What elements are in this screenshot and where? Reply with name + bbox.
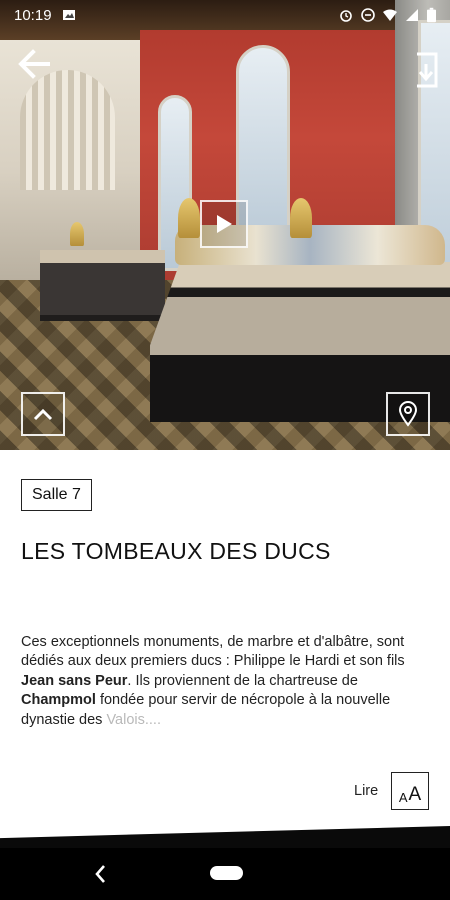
font-size-small-a: A bbox=[398, 790, 408, 805]
chevron-up-icon bbox=[33, 408, 53, 421]
alarm-icon bbox=[340, 10, 352, 22]
wifi-icon bbox=[383, 9, 397, 21]
status-bar: 10:19 bbox=[0, 0, 450, 30]
collapse-image-button[interactable] bbox=[21, 392, 65, 436]
signal-icon bbox=[406, 9, 418, 21]
show-on-map-button[interactable] bbox=[386, 392, 430, 436]
angel-statue bbox=[178, 198, 200, 238]
angel-statue bbox=[70, 222, 84, 246]
font-size-big-a: A bbox=[408, 784, 422, 805]
location-pin-icon bbox=[398, 401, 418, 427]
description-faded: Valois.... bbox=[106, 711, 161, 728]
play-icon bbox=[217, 215, 232, 233]
description-text: Ces exceptionnels monuments, de marbre e… bbox=[21, 633, 431, 730]
read-more-link[interactable]: Lire bbox=[354, 783, 378, 799]
tomb-small bbox=[40, 250, 165, 315]
battery-icon bbox=[427, 7, 436, 23]
description-part: Ces exceptionnels monuments, de marbre e… bbox=[21, 634, 405, 670]
bottom-wedge bbox=[0, 826, 450, 848]
description-part: . Ils proviennent de la chartreuse de bbox=[127, 672, 358, 689]
room-badge: Salle 7 bbox=[21, 479, 92, 511]
back-arrow-icon[interactable] bbox=[14, 44, 54, 84]
exit-icon[interactable] bbox=[410, 52, 440, 88]
nav-back-icon[interactable] bbox=[92, 862, 108, 886]
page-title: LES TOMBEAUX DES DUCS bbox=[21, 538, 331, 564]
play-video-button[interactable] bbox=[200, 200, 248, 248]
angel-statue bbox=[290, 198, 312, 238]
nav-home-pill[interactable] bbox=[210, 866, 243, 880]
do-not-disturb-icon bbox=[361, 8, 375, 22]
image-icon bbox=[62, 10, 75, 20]
description-bold: Champmol bbox=[21, 692, 96, 709]
status-time: 10:19 bbox=[14, 6, 52, 24]
description-bold: Jean sans Peur bbox=[21, 672, 128, 689]
font-size-button[interactable]: AA bbox=[391, 772, 429, 810]
